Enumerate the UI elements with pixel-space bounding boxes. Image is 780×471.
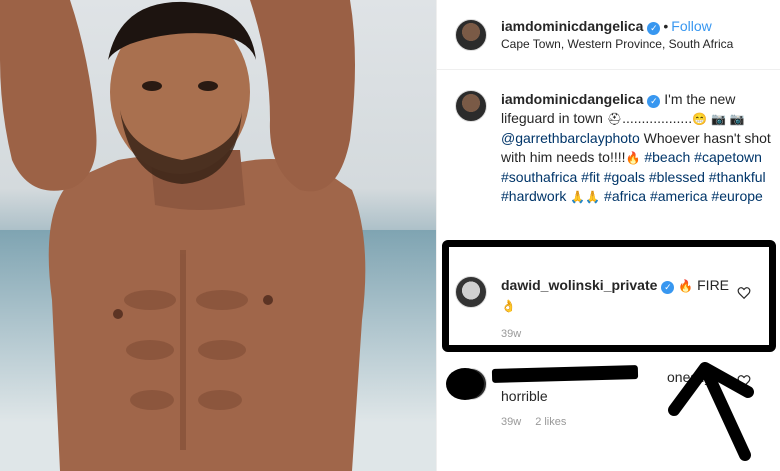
photo-model bbox=[0, 0, 366, 471]
fire-emoji: 🔥 bbox=[625, 151, 641, 165]
comment-meta: 39w 2 likes bbox=[501, 416, 580, 428]
author-line: iamdominicdangelica ✓ • Follow bbox=[501, 17, 712, 35]
praying-hands-emoji: 🙏🙏 bbox=[570, 190, 601, 204]
post-location[interactable]: Cape Town, Western Province, South Afric… bbox=[501, 37, 733, 51]
caption-mention[interactable]: @garrethbarclayphoto bbox=[501, 130, 640, 146]
heart-icon[interactable] bbox=[737, 374, 751, 388]
camera-emoji-2: 📷 bbox=[729, 112, 745, 126]
caption-hashtags-2[interactable]: #africa #america #europe bbox=[604, 188, 763, 204]
verified-badge-icon: ✓ bbox=[647, 22, 661, 35]
caption-avatar[interactable] bbox=[455, 90, 487, 122]
author-username[interactable]: iamdominicdangelica bbox=[501, 18, 643, 34]
highlight-box bbox=[442, 240, 776, 352]
post-photo bbox=[0, 0, 436, 471]
grin-emoji: 😁 bbox=[692, 112, 708, 126]
lifeguard-emoji: ⛑ bbox=[606, 112, 623, 126]
post-sidebar: iamdominicdangelica ✓ • Follow Cape Town, W… bbox=[436, 0, 780, 471]
redaction-mark bbox=[446, 368, 484, 400]
comment-time[interactable]: 39w bbox=[501, 416, 521, 428]
caption-username[interactable]: iamdominicdangelica bbox=[501, 91, 643, 107]
separator-dot: • bbox=[663, 18, 669, 34]
verified-badge-icon: ✓ bbox=[647, 95, 661, 108]
caption-text: iamdominicdangelica ✓ I'm the new lifegua… bbox=[501, 90, 777, 207]
author-avatar[interactable] bbox=[455, 19, 487, 51]
comment-body: onestly bbox=[667, 369, 712, 385]
camera-emoji: 📷 bbox=[710, 112, 726, 126]
comment-likes[interactable]: 2 likes bbox=[535, 416, 566, 428]
follow-button[interactable]: Follow bbox=[671, 18, 711, 34]
post-header: iamdominicdangelica ✓ • Follow Cape Town, W… bbox=[437, 0, 780, 70]
caption-line-1-dots: .................. bbox=[622, 110, 693, 126]
comment-body-line-2: horrible bbox=[501, 388, 548, 404]
